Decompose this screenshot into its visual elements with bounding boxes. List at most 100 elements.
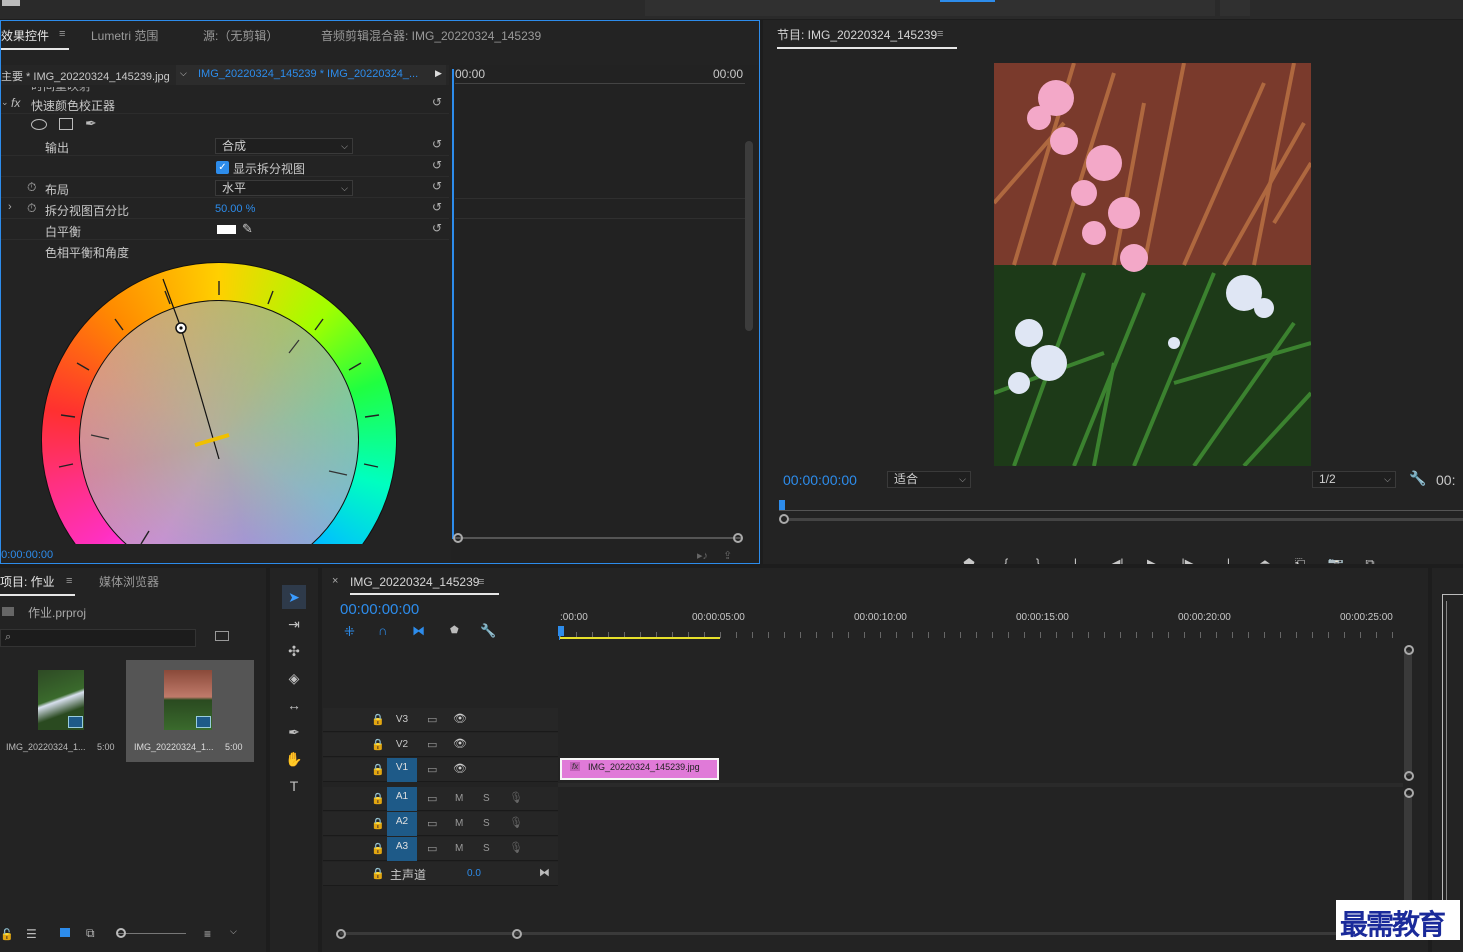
track-label[interactable]: V3 xyxy=(387,710,417,730)
mute-button[interactable]: M xyxy=(455,818,463,829)
eye-icon[interactable]: 👁 xyxy=(453,737,467,750)
h-scrollbar[interactable] xyxy=(340,932,1390,935)
add-marker-icon[interactable]: ⬟ xyxy=(958,554,980,564)
list-view-icon[interactable]: ☰ xyxy=(26,927,37,941)
scroll-handle-left[interactable] xyxy=(453,533,463,543)
tab-media-browser[interactable]: 媒体浏览器 xyxy=(99,573,159,590)
microphone-icon[interactable]: 🎙 xyxy=(509,841,523,854)
tab-audio-clip-mixer[interactable]: 音频剪辑混合器: IMG_20220324_145239 xyxy=(321,27,541,44)
vertical-scrollbar[interactable] xyxy=(745,141,753,331)
track-header-master[interactable]: 🔒 主声道 0.0 ⧓ xyxy=(323,862,558,886)
sync-lock-icon[interactable]: ▭ xyxy=(427,817,437,830)
lock-icon[interactable]: 🔒 xyxy=(371,842,385,855)
sort-icon[interactable]: ≡ xyxy=(204,927,211,941)
reset-icon[interactable]: ↺ xyxy=(432,95,442,109)
zoom-slider[interactable] xyxy=(118,933,186,934)
scroll-handle[interactable] xyxy=(1404,645,1414,655)
track-label[interactable]: A2 xyxy=(387,812,417,836)
track-header-v3[interactable]: 🔒 V3 ▭ 👁 xyxy=(323,708,558,732)
work-area-bar[interactable] xyxy=(560,637,720,639)
reset-icon[interactable]: ↺ xyxy=(432,179,442,193)
white-balance-swatch[interactable] xyxy=(217,225,236,234)
solo-button[interactable]: S xyxy=(483,843,490,854)
master-volume-value[interactable]: 0.0 xyxy=(467,868,481,879)
lock-icon[interactable]: 🔒 xyxy=(371,867,385,880)
layout-dropdown[interactable]: 水平 ⌵ xyxy=(215,180,353,196)
sync-lock-icon[interactable]: ▭ xyxy=(427,738,437,751)
split-percent-value[interactable]: 50.00 % xyxy=(215,203,255,215)
mark-in-icon[interactable]: { xyxy=(995,554,1017,564)
scroll-handle[interactable] xyxy=(1404,771,1414,781)
rectangle-mask-icon[interactable] xyxy=(59,118,73,130)
master-clip-label[interactable]: 主要 * IMG_20220324_145239.jpg xyxy=(1,68,170,84)
resolution-dropdown[interactable]: 1/2 ⌵ xyxy=(1312,471,1396,488)
project-search-input[interactable]: ⌕ xyxy=(0,629,196,647)
wrench-icon[interactable]: 🔧 xyxy=(1409,470,1426,487)
track-header-a3[interactable]: 🔒 A3 ▭ M S 🎙 xyxy=(323,837,558,861)
pen-mask-icon[interactable]: ✒ xyxy=(85,115,97,132)
scroll-handle[interactable] xyxy=(1404,788,1414,798)
ripple-edit-tool-icon[interactable]: ✣ xyxy=(282,639,306,663)
track-header-v1[interactable]: 🔒 V1 ▭ 👁 xyxy=(323,758,558,782)
effect-controls-timecode[interactable]: 00:00:00:00 xyxy=(1,549,53,561)
freeform-view-icon[interactable]: ⧉ xyxy=(86,926,95,941)
scroll-handle-right[interactable] xyxy=(512,929,522,939)
go-to-edit-icon[interactable]: ⧓ xyxy=(539,866,550,879)
fit-dropdown[interactable]: 适合 ⌵ xyxy=(887,471,971,488)
expand-chevron-icon[interactable]: ⌄ xyxy=(1,97,9,108)
track-label[interactable]: V1 xyxy=(387,758,417,782)
tab-source[interactable]: 源:（无剪辑） xyxy=(203,27,278,44)
mark-out-icon[interactable]: } xyxy=(1027,554,1049,564)
ellipse-mask-icon[interactable] xyxy=(31,119,47,130)
track-label[interactable]: V2 xyxy=(387,735,417,755)
selection-tool-icon[interactable]: ➤ xyxy=(282,585,306,609)
stopwatch-icon[interactable]: ⏱ xyxy=(27,180,36,195)
go-to-in-icon[interactable]: |← xyxy=(1071,554,1093,564)
timeline-clip[interactable]: fx IMG_20220324_145239.jpg xyxy=(560,758,719,780)
snap-icon[interactable]: ∩ xyxy=(378,623,387,638)
program-viewer[interactable] xyxy=(994,63,1311,466)
nest-icon[interactable]: ⁜ xyxy=(344,624,355,640)
program-scrubber[interactable] xyxy=(779,498,1463,524)
track-header-v2[interactable]: 🔒 V2 ▭ 👁 xyxy=(323,733,558,757)
comparison-view-icon[interactable]: ⧉ xyxy=(1359,554,1381,564)
hue-balance-wheel[interactable] xyxy=(1,261,449,544)
reset-icon[interactable]: ↺ xyxy=(432,200,442,214)
pen-tool-icon[interactable]: ✒ xyxy=(282,720,306,744)
chevron-down-icon[interactable]: ⌵ xyxy=(230,926,237,937)
expand-chevron-icon[interactable]: › xyxy=(8,201,12,213)
eye-icon[interactable]: 👁 xyxy=(453,712,467,725)
timeline-timecode[interactable]: 00:00:00:00 xyxy=(340,601,419,618)
icon-view-icon[interactable] xyxy=(60,928,70,937)
program-timecode[interactable]: 00:00:00:00 xyxy=(783,472,857,488)
type-tool-icon[interactable]: T xyxy=(282,774,306,798)
project-item-selected[interactable]: IMG_20220324_1... 5:00 xyxy=(126,660,254,762)
mini-playhead[interactable] xyxy=(452,69,454,539)
panel-menu-icon[interactable]: ≡ xyxy=(66,575,72,587)
wrench-icon[interactable]: 🔧 xyxy=(480,623,496,639)
sync-lock-icon[interactable]: ▭ xyxy=(427,763,437,776)
lock-icon[interactable]: 🔒 xyxy=(371,738,385,751)
workspace-tabs[interactable] xyxy=(645,0,1215,16)
play-clip-icon[interactable]: ▶ xyxy=(435,68,442,79)
reset-icon[interactable]: ↺ xyxy=(432,221,442,235)
mute-button[interactable]: M xyxy=(455,843,463,854)
linked-selection-icon[interactable]: ⧓ xyxy=(412,623,425,639)
scroll-handle-left[interactable] xyxy=(779,514,789,524)
effect-row-fast-color[interactable]: ⌄ fx 快速颜色校正器 ↺ xyxy=(1,93,449,114)
output-dropdown[interactable]: 合成 ⌵ xyxy=(215,138,353,154)
program-monitor-title[interactable]: 节目: IMG_20220324_145239 xyxy=(777,26,958,49)
sync-lock-icon[interactable]: ▭ xyxy=(427,713,437,726)
go-to-out-icon[interactable]: →| xyxy=(1211,554,1233,564)
tab-lumetri-scopes[interactable]: Lumetri 范围 xyxy=(91,27,158,44)
lift-icon[interactable]: ⏏ xyxy=(1254,554,1276,564)
mini-timeline[interactable]: 00:00 00:00 ▸♪ ⇪ xyxy=(451,65,759,563)
v-scrollbar-right[interactable] xyxy=(1404,650,1412,776)
scroll-handle-right[interactable] xyxy=(733,533,743,543)
lock-icon[interactable]: 🔒 xyxy=(371,713,385,726)
zoom-slider-handle[interactable] xyxy=(116,928,126,938)
hand-tool-icon[interactable]: ✋ xyxy=(282,747,306,771)
eyedropper-icon[interactable]: ✎ xyxy=(242,221,253,237)
lock-icon[interactable]: 🔒 xyxy=(371,792,385,805)
close-icon[interactable]: × xyxy=(332,575,338,587)
